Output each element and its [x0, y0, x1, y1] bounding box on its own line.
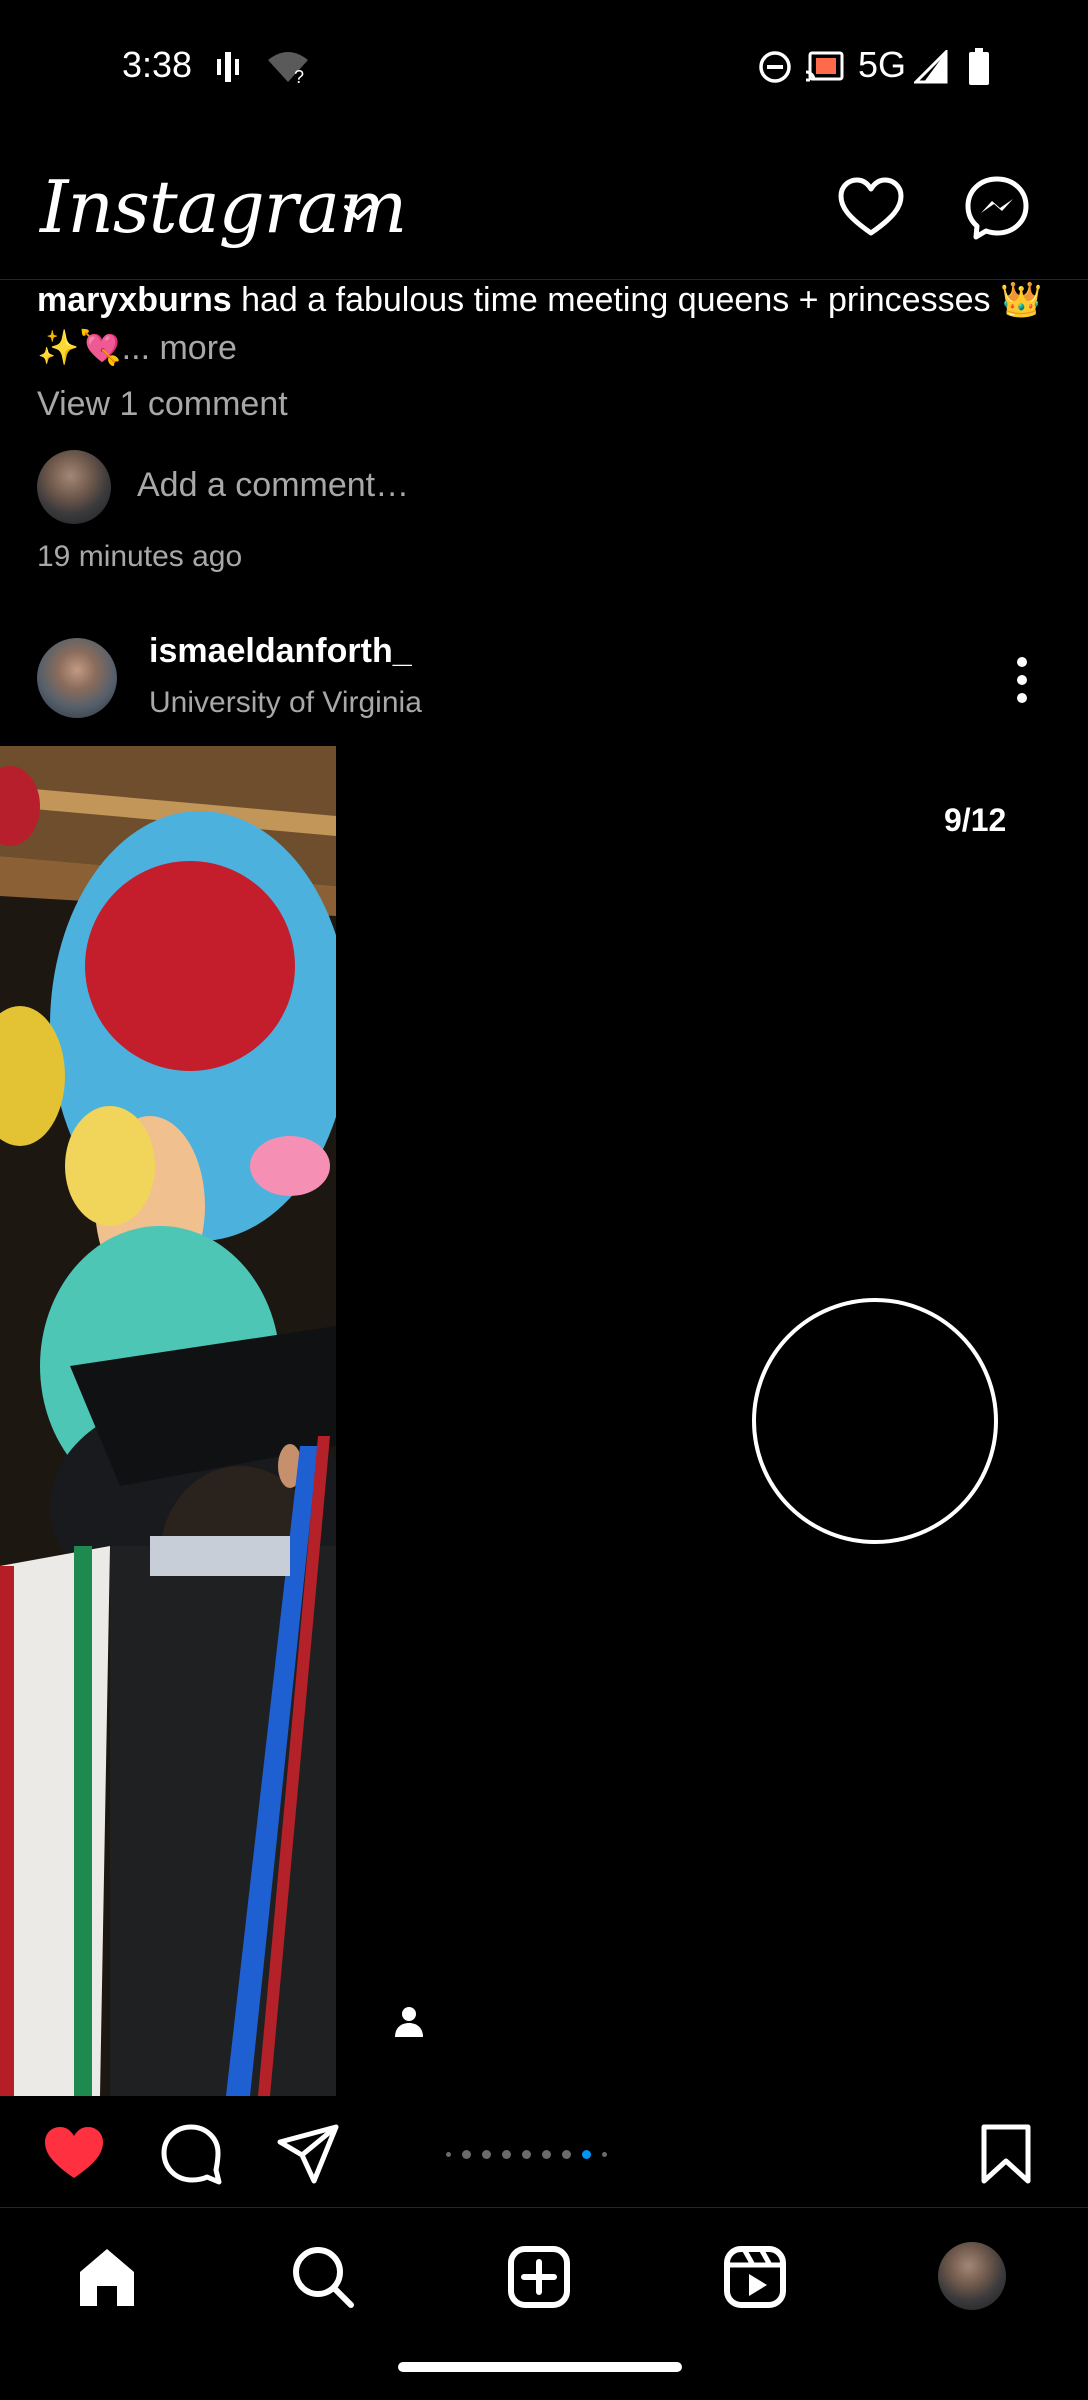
- carousel-counter: 9/12: [944, 802, 1007, 838]
- signal-icon: [914, 50, 948, 84]
- user-tag-icon[interactable]: [392, 2004, 426, 2038]
- post-caption: maryxburns had a fabulous time meeting q…: [37, 276, 1057, 372]
- chevron-down-icon[interactable]: [342, 201, 374, 223]
- photo-illustration: [0, 746, 336, 2096]
- vibrate-icon: [217, 52, 239, 82]
- create-icon[interactable]: [506, 2244, 572, 2310]
- status-bar: 3:38 ? 5G: [0, 0, 1088, 135]
- home-icon[interactable]: [74, 2244, 140, 2310]
- carousel-dot: [482, 2149, 491, 2159]
- post-username[interactable]: ismaeldanforth_: [149, 632, 412, 671]
- carousel-dot: [542, 2149, 551, 2159]
- share-icon[interactable]: [276, 2122, 340, 2186]
- carousel-dot: [446, 2151, 451, 2157]
- carousel-dots: [446, 2148, 607, 2160]
- post-avatar[interactable]: [37, 638, 117, 718]
- carousel-dot: [522, 2149, 531, 2159]
- status-time: 3:38: [122, 44, 193, 85]
- svg-text:?: ?: [294, 67, 304, 84]
- post-header: ismaeldanforth_ University of Virginia: [0, 630, 1088, 740]
- post-media[interactable]: 9/12: [0, 746, 1088, 2096]
- more-options-icon[interactable]: [1010, 650, 1034, 710]
- bookmark-icon[interactable]: [974, 2122, 1038, 2186]
- heart-icon[interactable]: [836, 173, 906, 243]
- post-photo[interactable]: [0, 746, 336, 2096]
- carousel-dot: [602, 2151, 607, 2157]
- heart-filled-icon[interactable]: [42, 2122, 106, 2186]
- home-indicator[interactable]: [398, 2362, 682, 2372]
- comment-input[interactable]: Add a comment…: [137, 466, 409, 505]
- battery-icon: [969, 48, 989, 85]
- bottom-nav: [0, 2210, 1088, 2340]
- comment-icon[interactable]: [159, 2122, 223, 2186]
- messenger-icon[interactable]: [962, 173, 1032, 243]
- dnd-icon: [759, 51, 791, 83]
- post-timestamp: 19 minutes ago: [37, 540, 243, 573]
- network-type: 5G: [858, 44, 907, 85]
- view-comments-link[interactable]: View 1 comment: [37, 385, 288, 424]
- post-actions: [0, 2096, 1088, 2208]
- search-icon[interactable]: [290, 2244, 356, 2310]
- app-header: Instagram: [0, 135, 1088, 280]
- reels-icon[interactable]: [722, 2244, 788, 2310]
- post-location[interactable]: University of Virginia: [149, 686, 422, 720]
- carousel-dot: [562, 2149, 571, 2159]
- profile-avatar[interactable]: [938, 2242, 1006, 2310]
- caption-username[interactable]: maryxburns: [37, 281, 232, 319]
- carousel-dot: [462, 2149, 471, 2159]
- add-comment-row[interactable]: Add a comment…: [37, 450, 1037, 524]
- carousel-dot-active: [582, 2149, 591, 2159]
- wifi-unknown-icon: ?: [268, 52, 308, 84]
- my-avatar: [37, 450, 111, 524]
- loading-ring: [752, 1298, 998, 1544]
- caption-more-link[interactable]: ... more: [122, 329, 237, 367]
- cast-icon: [805, 51, 844, 82]
- carousel-dot: [502, 2149, 511, 2159]
